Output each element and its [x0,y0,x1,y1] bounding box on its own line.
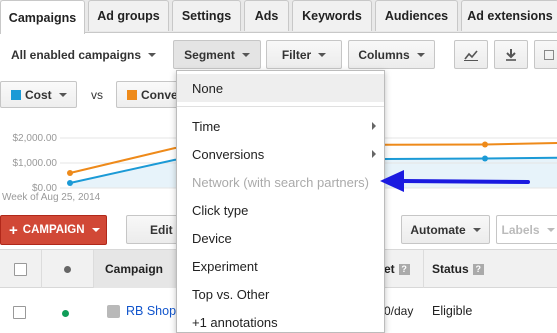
more-button[interactable] [534,40,557,69]
status-value: Eligible [432,304,473,318]
tab-ads[interactable]: Ads [244,0,289,31]
segment-menu-item[interactable]: None [177,74,384,102]
line-chart-icon [464,49,478,61]
tab-audiences[interactable]: Audiences [375,0,458,31]
segment-menu-item[interactable]: Top vs. Other [177,280,384,308]
chevron-down-icon [58,92,67,97]
tab-ad-groups[interactable]: Ad groups [88,0,169,31]
segment-menu-item[interactable]: +1 annotations [177,308,384,333]
segment-menu-item-label: Device [192,230,232,246]
segment-menu-item[interactable]: Device [177,224,384,252]
segment-menu-item: Network (with search partners) [177,168,384,196]
metric2-label: Conve [141,87,178,102]
help-icon[interactable]: ? [398,263,410,275]
segment-menu-item-label: Conversions [192,146,265,162]
add-campaign-button[interactable]: + CAMPAIGN [0,215,107,245]
toolbar: All enabled campaigns Segment Filter Col… [0,33,557,75]
download-icon [506,49,516,61]
segment-menu-item[interactable]: Click type [177,196,384,224]
status-dot-icon [64,265,71,273]
campaign-column-label: Campaign [105,262,164,276]
segment-dropdown-menu: None Time Conversions Network (with search … [176,70,385,333]
segment-button[interactable]: Segment [173,40,261,69]
tab-settings[interactable]: Settings [172,0,241,31]
segment-menu-item[interactable]: Experiment [177,252,384,280]
select-all-checkbox[interactable] [14,262,27,276]
chevron-down-icon [148,52,157,57]
status-dot-header [42,250,94,288]
segment-menu-item-label: Top vs. Other [192,286,270,302]
status-column-label: Status [432,262,469,276]
vs-label: vs [91,88,103,102]
tab-bar: Campaigns Ad groups Settings Ads Keyword… [0,0,557,34]
y-tick-label: $2,000.00 [13,133,58,144]
metric1-label: Cost [25,87,52,102]
budget-value: 0/day [384,304,414,318]
menu-divider [177,106,384,107]
data-point[interactable] [482,141,488,148]
plus-icon: + [9,221,18,239]
labels-label: Labels [501,222,540,237]
data-point[interactable] [67,180,73,186]
tab-campaigns[interactable]: Campaigns [0,0,85,34]
campaign-name-link[interactable]: RB Shop [126,304,176,318]
data-point[interactable] [482,155,488,162]
segment-menu-item[interactable]: Time [177,112,384,140]
chevron-down-icon [91,228,100,232]
campaign-column-header[interactable]: Campaign [94,250,177,288]
status-dot-icon [62,310,69,317]
segment-menu-item[interactable]: Conversions [177,140,384,168]
automate-label: Automate [410,222,466,237]
help-icon[interactable]: ? [472,263,484,275]
chevron-down-icon [416,52,425,57]
campaign-filter-label: All enabled campaigns [11,47,142,62]
chevron-down-icon [546,227,555,232]
segment-menu-item-label: +1 annotations [192,314,278,330]
segment-menu-item-label: None [192,80,224,96]
chevron-down-icon [241,52,250,57]
chevron-down-icon [472,227,481,232]
chevron-right-icon [372,150,376,158]
row-checkbox[interactable] [13,306,26,319]
budget-column-label: et [384,262,395,276]
segment-label: Segment [184,47,235,62]
data-point[interactable] [67,170,73,176]
columns-label: Columns [358,47,410,62]
labels-button[interactable]: Labels [496,215,557,244]
status-column-header[interactable]: Status ? [424,250,557,288]
campaign-type-icon [107,305,120,318]
metric2-swatch [127,89,137,100]
budget-column-header[interactable]: et ? [384,250,424,288]
chevron-down-icon [318,52,327,57]
campaign-filter-dropdown[interactable]: All enabled campaigns [0,40,166,69]
tab-keywords[interactable]: Keywords [292,0,372,31]
segment-menu-item-label: Time [192,118,221,134]
columns-button[interactable]: Columns [348,40,435,69]
tab-ad-extensions[interactable]: Ad extensions [461,0,557,31]
add-campaign-label: CAMPAIGN [22,224,85,236]
metric1-selector[interactable]: Cost [0,81,77,108]
metric1-swatch [11,89,21,100]
more-icon [544,49,554,60]
segment-menu-item-label: Network (with search partners) [192,174,369,190]
segment-menu-item-label: Click type [192,202,249,218]
y-tick-label: $1,000.00 [13,158,58,169]
x-axis-date-label: Week of Aug 25, 2014 [2,192,101,203]
automate-button[interactable]: Automate [401,215,490,244]
download-button[interactable] [494,40,528,69]
chevron-right-icon [372,122,376,130]
filter-label: Filter [281,47,312,62]
select-all-cell [0,250,42,288]
segment-menu-item-label: Experiment [192,258,258,274]
chart-toggle-button[interactable] [454,40,488,69]
edit-label: Edit [150,222,173,237]
filter-button[interactable]: Filter [266,40,342,69]
